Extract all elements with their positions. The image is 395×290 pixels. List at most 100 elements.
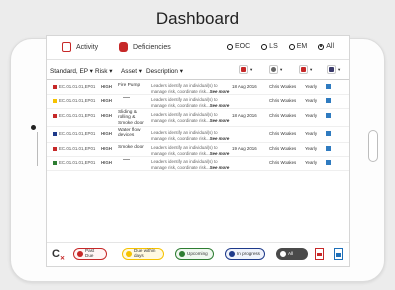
past-due-dot <box>77 251 83 257</box>
see-more-link[interactable]: See more <box>210 151 230 156</box>
radio-eoc-dot <box>227 43 233 50</box>
see-more-link[interactable]: See more <box>210 165 230 170</box>
description-cell: Leaders identify an individual(s) to mana… <box>151 145 230 156</box>
filter-frequency-dropdown[interactable]: ▾ <box>299 65 312 74</box>
description-cell: Leaders identify an individual(s) to mana… <box>151 130 230 141</box>
document-icon[interactable] <box>326 131 331 136</box>
table-row[interactable]: EC.01.01.01,EP01 HIGH — Leaders identify… <box>47 156 349 171</box>
page-title: Dashboard <box>155 9 240 28</box>
document-icon[interactable] <box>326 84 331 89</box>
person-cell: Chris Woakes <box>269 84 297 89</box>
chevron-down-icon: ▾ <box>280 66 283 72</box>
person-cell: Chris Woakes <box>269 146 297 151</box>
status-legend-bar: C ✕ Past Due Due within days Upcoming In… <box>47 242 349 266</box>
filter-bar: Standard, EP ▾ Risk ▾ Asset ▾ Descriptio… <box>47 60 349 80</box>
risk-cell: HIGH <box>101 113 112 118</box>
filter-upcoming[interactable]: Upcoming <box>175 248 214 260</box>
top-bar: Activity Deficiencies EOC LS EM All <box>47 36 349 60</box>
frequency-cell: Yearly <box>305 131 318 136</box>
see-more-link[interactable]: See more <box>210 103 230 108</box>
status-square <box>53 113 57 118</box>
person-cell: Chris Woakes <box>269 98 297 103</box>
tab-activity-label: Activity <box>76 43 99 51</box>
description-cell: Leaders identify an individual(s) to mana… <box>151 159 230 170</box>
description-cell: Leaders identify an individual(s) to mana… <box>151 97 230 108</box>
radio-eoc[interactable]: EOC <box>227 43 250 50</box>
table-row[interactable]: EC.01.01.01,EP01 HIGH Water flow devices… <box>47 127 349 143</box>
radio-all-label: All <box>326 43 335 50</box>
frequency-cell: Yearly <box>305 160 318 165</box>
status-square <box>53 84 57 89</box>
filter-date-dropdown[interactable]: ▾ <box>239 65 252 74</box>
clear-filter-icon: C <box>52 248 60 260</box>
upcoming-label: Upcoming <box>187 250 208 256</box>
standard-cell: EC.01.01.01,EP01 <box>59 113 96 118</box>
radio-eoc-label: EOC <box>235 43 251 50</box>
past-due-label: Past Due <box>85 248 95 258</box>
activity-icon <box>62 42 71 52</box>
chevron-down-icon: ▾ <box>338 66 341 72</box>
radio-ls-label: LS <box>269 43 278 50</box>
chevron-down-icon: ▾ <box>250 66 253 72</box>
filter-standard[interactable]: Standard, EP ▾ <box>50 67 93 75</box>
excel-export-icon[interactable] <box>334 248 343 260</box>
frequency-cell: Yearly <box>305 98 318 103</box>
radio-em[interactable]: EM <box>288 43 307 50</box>
date-cell: 18 Aug 2016 <box>232 113 257 118</box>
tab-activity[interactable]: Activity <box>62 42 98 52</box>
date-cell: 19 Aug 2016 <box>232 146 257 151</box>
asset-cell: Sliding & rolling & Smoke door <box>118 110 144 126</box>
clear-filter-button[interactable]: C ✕ <box>52 248 65 262</box>
calendar-icon <box>239 65 248 74</box>
table-row[interactable]: EC.01.01.01,EP01 HIGH Smoke door Leaders… <box>47 143 349 157</box>
risk-cell: HIGH <box>101 131 112 136</box>
radio-ls[interactable]: LS <box>261 43 278 50</box>
filter-all-toggle[interactable]: All <box>276 248 308 260</box>
deficiencies-icon <box>119 42 128 52</box>
document-icon[interactable] <box>326 160 331 165</box>
app-screen: Activity Deficiencies EOC LS EM All Stan… <box>46 35 350 267</box>
see-more-link[interactable]: See more <box>210 118 230 123</box>
document-icon[interactable] <box>326 98 331 103</box>
person-cell: Chris Woakes <box>269 113 297 118</box>
frequency-icon <box>299 65 308 74</box>
radio-all[interactable]: All <box>318 43 334 50</box>
upcoming-dot <box>179 251 185 257</box>
tab-deficiencies-label: Deficiencies <box>133 43 171 51</box>
standard-cell: EC.01.01.01,EP01 <box>59 84 96 89</box>
radio-all-dot <box>318 43 325 50</box>
table-row[interactable]: EC.01.01.01,EP01 HIGH Sliding & rolling … <box>47 109 349 127</box>
see-more-link[interactable]: See more <box>210 89 230 94</box>
description-cell: Leaders identify an individual(s) to mana… <box>151 112 230 123</box>
table-row[interactable]: EC.01.01.01,EP01 HIGH Fire Pump Leaders … <box>47 81 349 95</box>
tab-deficiencies[interactable]: Deficiencies <box>119 42 171 52</box>
document-icon[interactable] <box>326 146 331 151</box>
date-cell: 18 Aug 2016 <box>232 84 257 89</box>
see-more-link[interactable]: See more <box>210 136 230 141</box>
in-progress-dot <box>229 251 235 257</box>
asset-cell: Fire Pump <box>118 83 141 88</box>
person-cell: Chris Woakes <box>269 160 297 165</box>
filter-in-progress[interactable]: In progress <box>225 248 265 260</box>
filter-past-due[interactable]: Past Due <box>73 248 107 260</box>
pdf-export-icon[interactable] <box>315 248 324 260</box>
side-indicator <box>37 132 38 166</box>
filter-asset[interactable]: Asset ▾ <box>121 67 142 75</box>
standard-cell: EC.01.01.01,EP01 <box>59 131 96 136</box>
document-icon <box>327 65 336 74</box>
category-radio-group: EOC LS EM All <box>227 43 345 50</box>
table-row[interactable]: EC.01.01.01,EP01 HIGH — Leaders identify… <box>47 94 349 109</box>
filter-person-dropdown[interactable]: ▾ <box>269 65 282 74</box>
standard-cell: EC.01.01.01,EP01 <box>59 160 96 165</box>
filter-document-dropdown[interactable]: ▾ <box>327 65 340 74</box>
all-label: All <box>288 250 294 256</box>
home-button[interactable] <box>368 130 378 162</box>
radio-em-dot <box>288 43 295 50</box>
filter-due-within[interactable]: Due within days <box>122 248 164 260</box>
risk-cell: HIGH <box>101 84 112 89</box>
document-icon[interactable] <box>326 113 331 118</box>
filter-risk[interactable]: Risk ▾ <box>95 67 112 75</box>
in-progress-label: In progress <box>237 250 260 256</box>
filter-description[interactable]: Description ▾ <box>146 67 183 75</box>
risk-cell: HIGH <box>101 98 112 103</box>
